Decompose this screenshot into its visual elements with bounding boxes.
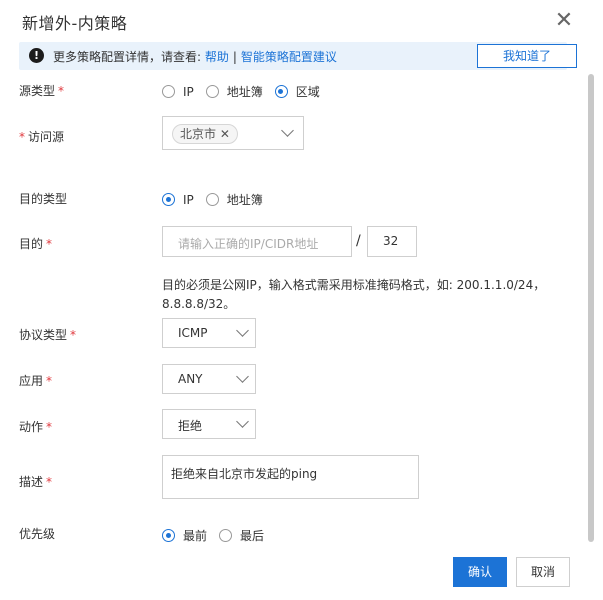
dest-label: 目的 * [19, 235, 52, 252]
confirm-button[interactable]: 确认 [453, 557, 507, 587]
protocol-label: 协议类型 * [19, 326, 76, 343]
protocol-value: ICMP [178, 326, 208, 340]
protocol-label-text: 协议类型 [19, 328, 68, 342]
radio-label: 地址簿 [226, 85, 263, 99]
priority-radio-group: 最前 最后 [162, 527, 276, 544]
radio-checked-icon [274, 85, 288, 98]
description-textarea[interactable]: 拒绝来自北京市发起的ping [162, 455, 419, 499]
required-mark: * [46, 475, 53, 489]
required-mark: * [19, 130, 25, 144]
source-type-label: 源类型 * [19, 82, 64, 99]
description-label: 描述 * [19, 473, 52, 490]
dest-hint: 目的必须是公网IP，输入格式需采用标准掩码格式，如: 200.1.1.0/24，… [162, 278, 546, 311]
source-type-label-text: 源类型 [19, 84, 56, 98]
chevron-down-icon[interactable] [236, 415, 249, 428]
description-label-text: 描述 [19, 475, 44, 489]
notice-bar: ! 更多策略配置详情，请查看: 帮助 | 智能策略配置建议 我知道了 [19, 42, 577, 70]
notice-message: 更多策略配置详情，请查看: [53, 50, 205, 64]
chevron-down-icon[interactable] [236, 370, 249, 383]
application-select[interactable]: ANY [162, 364, 256, 394]
dest-type-label: 目的类型 [19, 192, 68, 206]
cancel-button[interactable]: 取消 [516, 557, 570, 587]
action-label-text: 动作 [19, 420, 44, 434]
action-select[interactable]: 拒绝 [162, 409, 256, 439]
help-link[interactable]: 帮助 [205, 50, 229, 64]
dest-ip-placeholder: 请输入正确的IP/CIDR地址 [178, 237, 319, 251]
radio-label: 最前 [183, 529, 208, 543]
radio-checked-icon [162, 529, 175, 542]
access-source-label-text: 访问源 [28, 130, 65, 144]
application-label: 应用 * [19, 372, 52, 389]
radio-checked-icon [162, 193, 175, 206]
source-type-radio-addressbook[interactable]: 地址簿 [205, 83, 263, 100]
source-type-radio-group: IP 地址簿 区域 [162, 83, 332, 100]
dest-type-radio-ip[interactable]: IP [162, 193, 194, 207]
description-value: 拒绝来自北京市发起的ping [171, 467, 318, 481]
required-mark: * [46, 420, 53, 434]
priority-radio-first[interactable]: 最前 [162, 527, 207, 544]
priority-radio-last[interactable]: 最后 [219, 527, 264, 544]
access-source-label: * 访问源 [19, 128, 64, 145]
action-value: 拒绝 [178, 419, 203, 433]
radio-label: 区域 [295, 85, 320, 99]
mask-value: 32 [383, 234, 399, 248]
source-type-radio-zone[interactable]: 区域 [274, 83, 320, 100]
chevron-down-icon[interactable] [281, 124, 294, 137]
required-mark: * [58, 84, 65, 98]
notice-separator: | [232, 50, 237, 64]
radio-label: 地址簿 [226, 193, 263, 207]
dest-type-radio-addressbook[interactable]: 地址簿 [205, 191, 263, 208]
priority-label: 优先级 [19, 527, 56, 541]
mask-input[interactable]: 32 [367, 226, 417, 257]
required-mark: * [46, 374, 53, 388]
source-type-radio-ip[interactable]: IP [162, 85, 194, 99]
dest-label-text: 目的 [19, 237, 44, 251]
chevron-down-icon[interactable] [236, 324, 249, 337]
add-policy-dialog: 新增外-内策略 ✕ ! 更多策略配置详情，请查看: 帮助 | 智能策略配置建议 我知… [0, 0, 603, 600]
radio-icon [162, 85, 175, 98]
required-mark: * [70, 328, 77, 342]
notice-text: 更多策略配置详情，请查看: 帮助 | 智能策略配置建议 [53, 48, 337, 65]
dest-ip-input[interactable]: 请输入正确的IP/CIDR地址 [162, 226, 352, 257]
close-icon[interactable]: ✕ [553, 10, 575, 32]
region-tag[interactable]: 北京市 ✕ [172, 124, 238, 144]
scrollbar[interactable] [588, 74, 594, 542]
radio-icon [205, 85, 219, 98]
radio-label: IP [183, 84, 194, 99]
acknowledge-button[interactable]: 我知道了 [477, 44, 577, 68]
radio-label: IP [183, 192, 194, 207]
alert-icon: ! [29, 48, 44, 63]
radio-icon [205, 193, 219, 206]
application-value: ANY [178, 372, 203, 386]
radio-label: 最后 [240, 529, 265, 543]
access-source-select[interactable]: 北京市 ✕ [162, 116, 304, 150]
radio-icon [219, 529, 233, 542]
application-label-text: 应用 [19, 374, 44, 388]
action-label: 动作 * [19, 418, 52, 435]
advice-link[interactable]: 智能策略配置建议 [241, 50, 337, 64]
protocol-select[interactable]: ICMP [162, 318, 256, 348]
mask-separator: / [356, 233, 361, 249]
dest-type-radio-group: IP 地址簿 [162, 191, 275, 208]
required-mark: * [46, 237, 53, 251]
dialog-title: 新增外-内策略 [22, 14, 128, 33]
